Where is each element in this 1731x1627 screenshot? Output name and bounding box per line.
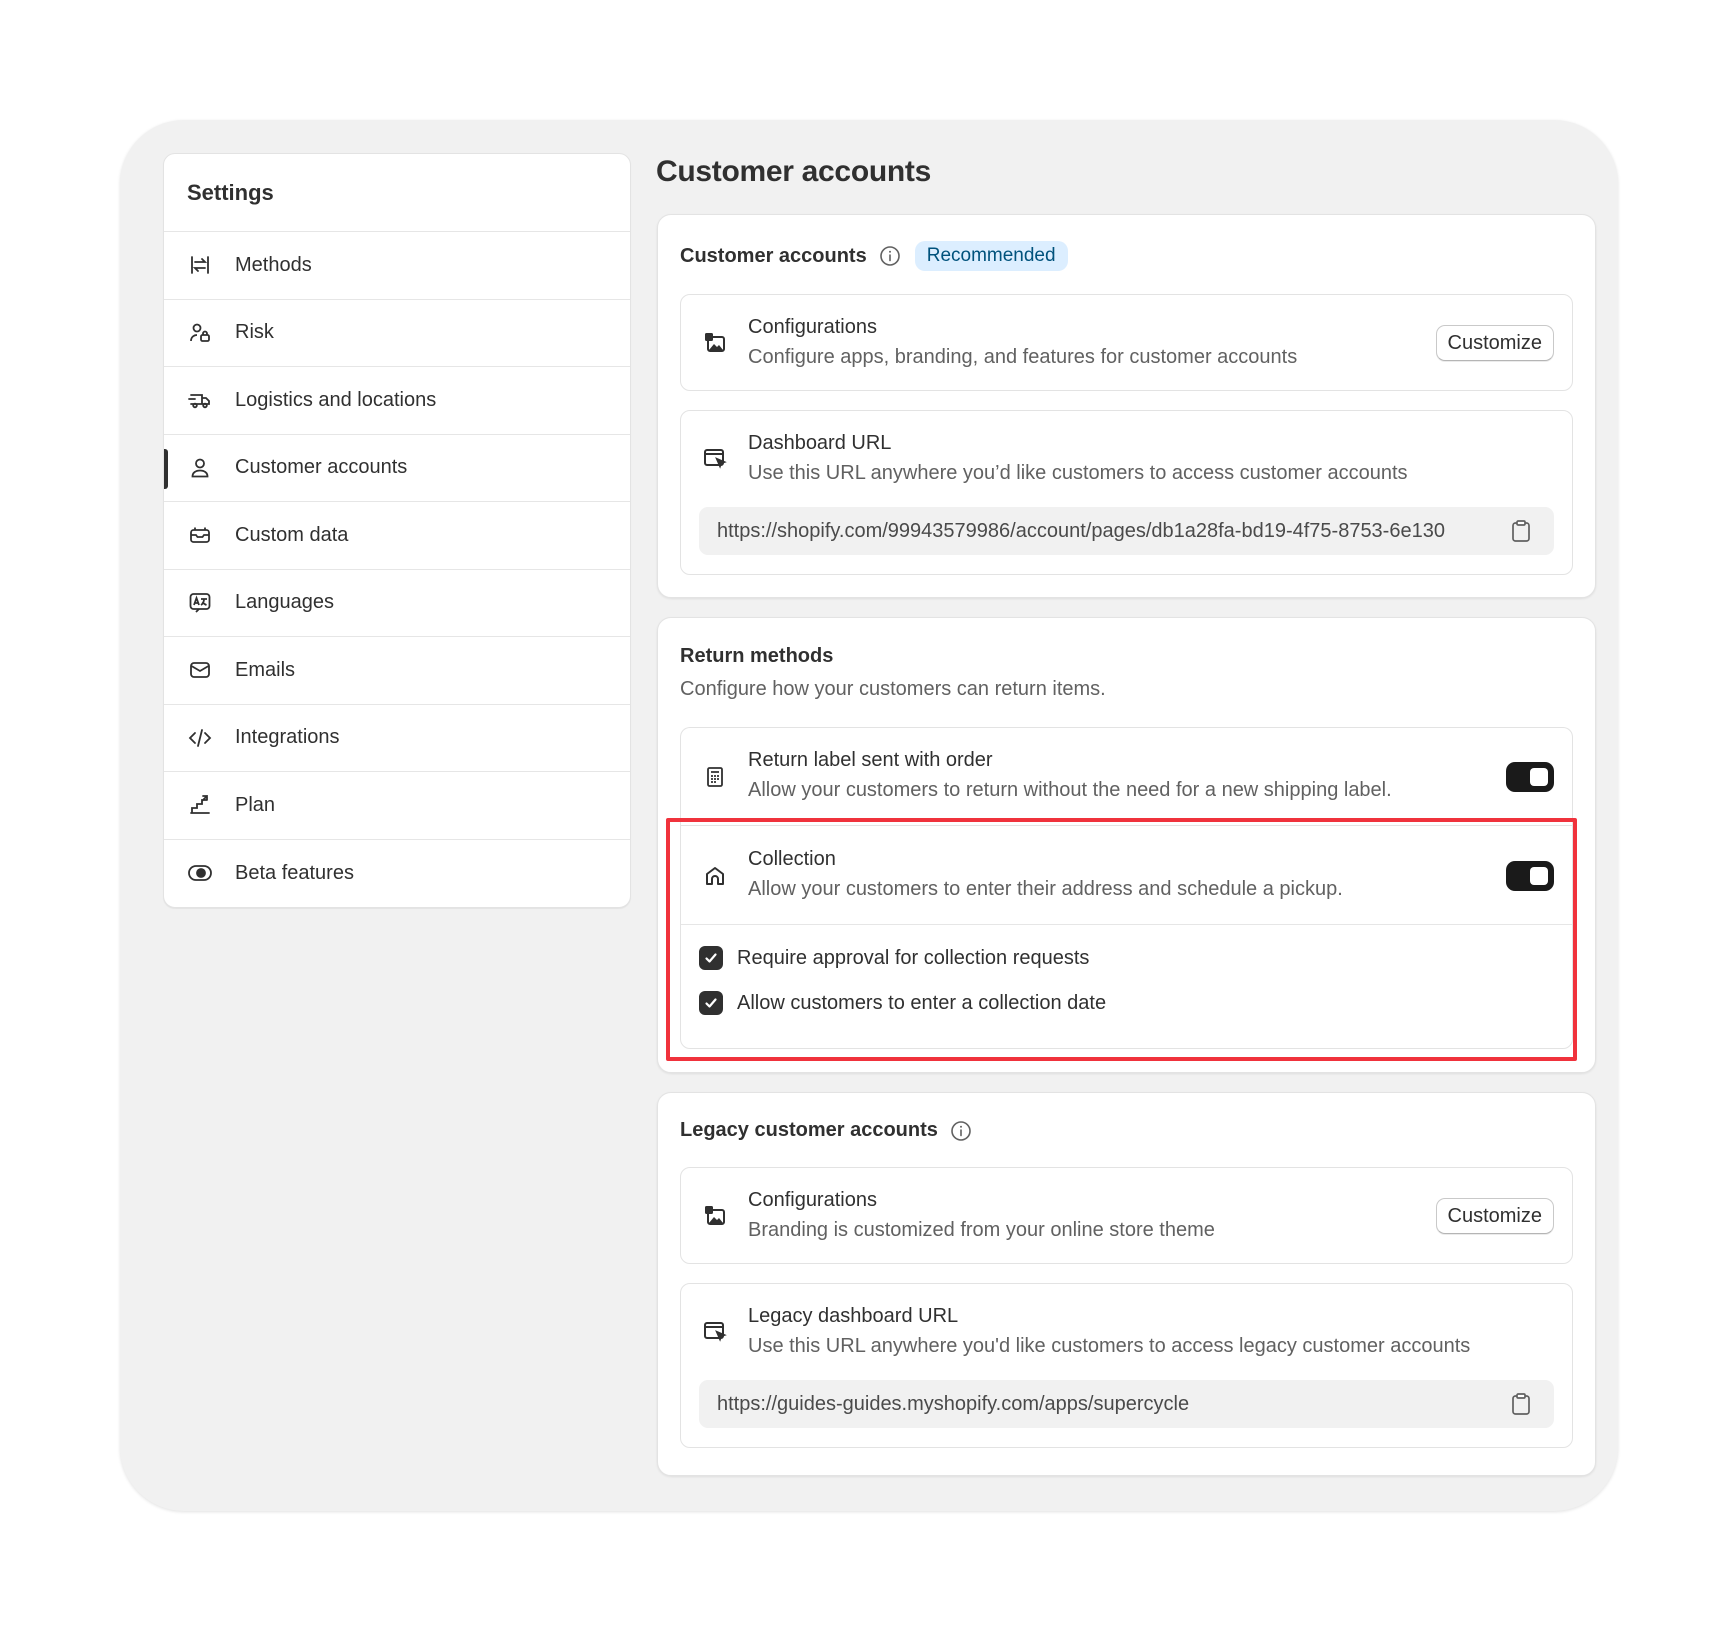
sidebar-item-customer-accounts[interactable]: Customer accounts — [164, 435, 630, 502]
return-label-title: Return label sent with order — [748, 749, 993, 771]
configurations-title: Configurations — [748, 316, 877, 338]
sidebar-item-label: Emails — [235, 658, 296, 681]
recommended-badge: Recommended — [914, 241, 1068, 271]
info-icon[interactable] — [950, 1120, 972, 1142]
card-title: Return methods — [680, 645, 834, 667]
legacy-configurations-description: Branding is customized from your online … — [748, 1219, 1215, 1241]
sidebar-item-label: Languages — [235, 591, 334, 614]
person-icon — [187, 455, 213, 481]
return-methods-card: Return methods Configure how your custom… — [657, 617, 1596, 1073]
clipboard-icon[interactable] — [1510, 1392, 1532, 1416]
sidebar-item-plan[interactable]: Plan — [164, 772, 630, 840]
require-approval-label: Require approval for collection requests — [737, 946, 1090, 969]
configurations-row: Configurations Configure apps, branding,… — [680, 294, 1573, 391]
dashboard-url-description: Use this URL anywhere you’d like custome… — [748, 462, 1408, 484]
dashboard-url-title: Dashboard URL — [748, 432, 892, 454]
sidebar-item-label: Methods — [235, 253, 312, 276]
legacy-dashboard-url-field[interactable]: https://guides-guides.myshopify.com/apps… — [699, 1380, 1554, 1428]
customer-accounts-card: Customer accounts Recommended Configurat… — [657, 214, 1596, 598]
configurations-description: Configure apps, branding, and features f… — [748, 346, 1298, 368]
window-cursor-icon — [703, 1320, 727, 1344]
legacy-dashboard-url-description: Use this URL anywhere you'd like custome… — [748, 1335, 1471, 1357]
sidebar-item-label: Beta features — [235, 861, 354, 884]
sidebar-item-label: Logistics and locations — [235, 388, 437, 411]
database-icon — [187, 522, 213, 548]
receipt-icon — [703, 765, 727, 789]
sidebar-item-label: Risk — [235, 321, 274, 344]
customize-button[interactable]: Customize — [1435, 325, 1554, 361]
card-title: Legacy customer accounts — [680, 1119, 938, 1141]
page-title: Customer accounts — [656, 155, 931, 188]
arrows-swap-icon — [187, 252, 213, 278]
return-label-toggle[interactable] — [1506, 762, 1554, 792]
require-approval-checkbox-row[interactable]: Require approval for collection requests — [699, 946, 1089, 970]
home-icon — [703, 864, 727, 888]
sidebar-item-label: Custom data — [235, 523, 349, 546]
sidebar-item-label: Customer accounts — [235, 456, 408, 479]
stairs-icon — [187, 792, 213, 818]
legacy-customize-button[interactable]: Customize — [1435, 1198, 1554, 1234]
clipboard-icon[interactable] — [1510, 519, 1532, 543]
legacy-dashboard-url-row: Legacy dashboard URL Use this URL anywhe… — [680, 1283, 1573, 1448]
legacy-configurations-title: Configurations — [748, 1189, 877, 1211]
card-header: Customer accounts Recommended — [680, 241, 1068, 271]
window-cursor-icon — [703, 447, 727, 471]
code-icon — [187, 725, 213, 751]
dashboard-url-text: https://shopify.com/99943579986/account/… — [717, 519, 1445, 542]
return-label-row: Return label sent with order Allow your … — [680, 727, 1573, 825]
collection-description: Allow your customers to enter their addr… — [748, 878, 1343, 900]
sidebar-item-logistics[interactable]: Logistics and locations — [164, 367, 630, 435]
checkbox-checked[interactable] — [699, 991, 723, 1015]
dashboard-url-field[interactable]: https://shopify.com/99943579986/account/… — [699, 507, 1554, 555]
card-title: Customer accounts — [680, 244, 867, 267]
toggle-icon — [187, 860, 213, 886]
sidebar-item-integrations[interactable]: Integrations — [164, 705, 630, 772]
collection-row: Collection Allow your customers to enter… — [680, 825, 1573, 1049]
collection-toggle[interactable] — [1506, 861, 1554, 891]
collection-title: Collection — [748, 848, 836, 870]
allow-collection-date-label: Allow customers to enter a collection da… — [737, 991, 1107, 1014]
settings-sidebar: Settings Methods Risk Logistics and loca… — [163, 153, 631, 908]
allow-collection-date-checkbox-row[interactable]: Allow customers to enter a collection da… — [699, 991, 1106, 1015]
sidebar-item-custom-data[interactable]: Custom data — [164, 502, 630, 570]
legacy-customer-accounts-card: Legacy customer accounts Configurations … — [657, 1092, 1596, 1476]
truck-icon — [187, 387, 213, 413]
sidebar-item-beta-features[interactable]: Beta features — [164, 840, 630, 908]
divider — [681, 924, 1572, 925]
image-paint-icon — [703, 331, 727, 355]
checkbox-checked[interactable] — [699, 946, 723, 970]
card-description: Configure how your customers can return … — [680, 678, 1106, 700]
dashboard-url-row: Dashboard URL Use this URL anywhere you’… — [680, 410, 1573, 575]
translate-icon — [187, 590, 213, 616]
info-icon[interactable] — [879, 245, 901, 267]
legacy-dashboard-url-title: Legacy dashboard URL — [748, 1305, 959, 1327]
sidebar-item-methods[interactable]: Methods — [164, 232, 630, 300]
sidebar-item-label: Plan — [235, 793, 276, 816]
image-paint-icon — [703, 1204, 727, 1228]
envelope-icon — [187, 657, 213, 683]
sidebar-item-risk[interactable]: Risk — [164, 300, 630, 367]
sidebar-item-emails[interactable]: Emails — [164, 637, 630, 705]
sidebar-item-languages[interactable]: Languages — [164, 570, 630, 637]
sidebar-title: Settings — [164, 154, 630, 232]
return-label-description: Allow your customers to return without t… — [748, 779, 1392, 801]
legacy-dashboard-url-text: https://guides-guides.myshopify.com/apps… — [717, 1392, 1190, 1415]
card-header: Legacy customer accounts — [680, 1119, 972, 1142]
legacy-configurations-row: Configurations Branding is customized fr… — [680, 1167, 1573, 1264]
sidebar-item-label: Integrations — [235, 726, 340, 749]
person-lock-icon — [187, 320, 213, 346]
